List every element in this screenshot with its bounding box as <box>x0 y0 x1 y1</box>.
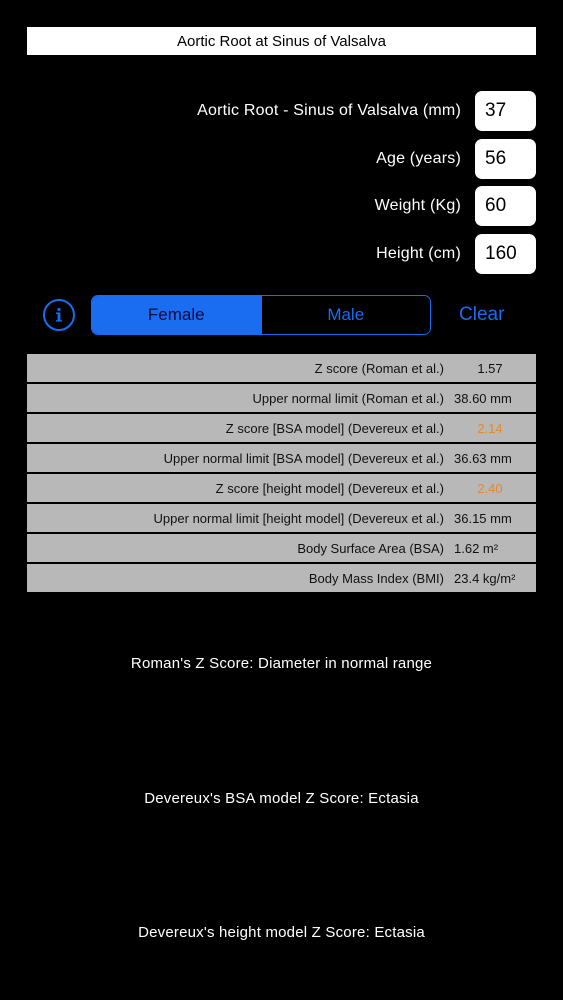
page-title-text: Aortic Root at Sinus of Valsalva <box>177 32 386 50</box>
devereux-height-interpretation: Devereux's height model Z Score: Ectasia <box>138 924 425 941</box>
weight-input[interactable]: 60 <box>475 186 536 226</box>
aortic-root-label: Aortic Root - Sinus of Valsalva (mm) <box>197 102 461 119</box>
weight-label: Weight (Kg) <box>374 197 461 214</box>
roman-interpretation: Roman's Z Score: Diameter in normal rang… <box>130 655 433 672</box>
result-value: 36.63 mm <box>454 450 512 466</box>
height-input[interactable]: 160 <box>475 234 536 274</box>
result-label: Z score (Roman et al.) <box>314 360 444 376</box>
result-value: 23.4 kg/m² <box>454 570 516 586</box>
result-label: Body Surface Area (BSA) <box>297 540 444 556</box>
result-row-z-bsa: Z score [BSA model] (Devereux et al.) 2.… <box>27 414 536 442</box>
result-row-unl-roman: Upper normal limit (Roman et al.) 38.60 … <box>27 384 536 412</box>
info-glyph-icon <box>56 307 62 322</box>
result-row-bsa: Body Surface Area (BSA) 1.62 m² <box>27 534 536 562</box>
result-label: Upper normal limit [height model] (Dever… <box>153 510 444 526</box>
height-field-row: Height (cm) 160 <box>0 234 536 274</box>
result-row-z-height: Z score [height model] (Devereux et al.)… <box>27 474 536 502</box>
result-row-unl-height: Upper normal limit [height model] (Dever… <box>27 504 536 532</box>
height-label: Height (cm) <box>376 245 461 262</box>
result-value: 1.62 m² <box>454 540 499 556</box>
result-label: Z score [height model] (Devereux et al.) <box>215 480 444 496</box>
result-value: 38.60 mm <box>454 390 512 406</box>
result-label: Z score [BSA model] (Devereux et al.) <box>225 420 444 436</box>
results-table: Z score (Roman et al.) 1.57 Upper normal… <box>27 354 536 594</box>
aortic-root-field-row: Aortic Root - Sinus of Valsalva (mm) 37 <box>0 91 536 131</box>
result-value: 2.14 <box>477 420 503 436</box>
result-row-bmi: Body Mass Index (BMI) 23.4 kg/m² <box>27 564 536 592</box>
result-label: Upper normal limit (Roman et al.) <box>252 390 444 406</box>
result-row-z-roman: Z score (Roman et al.) 1.57 <box>27 354 536 382</box>
devereux-bsa-interpretation: Devereux's BSA model Z Score: Ectasia <box>144 790 419 807</box>
age-field-row: Age (years) 56 <box>0 139 536 179</box>
result-row-unl-bsa: Upper normal limit [BSA model] (Devereux… <box>27 444 536 472</box>
info-circle-icon[interactable] <box>43 299 75 331</box>
gender-segmented-control: Female Male <box>91 295 431 335</box>
result-value: 1.57 <box>477 360 503 376</box>
age-input[interactable]: 56 <box>475 139 536 179</box>
age-label: Age (years) <box>376 150 461 167</box>
weight-field-row: Weight (Kg) 60 <box>0 186 536 226</box>
page-title: Aortic Root at Sinus of Valsalva <box>27 27 536 55</box>
result-value: 2.40 <box>477 480 503 496</box>
clear-button[interactable]: Clear <box>459 301 504 329</box>
result-value: 36.15 mm <box>454 510 512 526</box>
result-label: Upper normal limit [BSA model] (Devereux… <box>163 450 444 466</box>
gender-female-segment[interactable]: Female <box>92 296 261 334</box>
gender-male-segment[interactable]: Male <box>260 296 430 334</box>
aortic-root-input[interactable]: 37 <box>475 91 536 131</box>
result-label: Body Mass Index (BMI) <box>308 570 444 586</box>
